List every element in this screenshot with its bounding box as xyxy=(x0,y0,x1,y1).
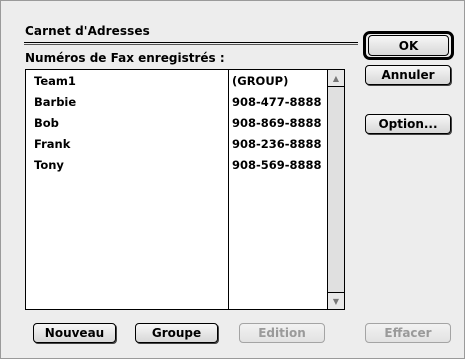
entry-name: Frank xyxy=(34,137,71,151)
entry-name: Barbie xyxy=(34,95,77,109)
list-item[interactable]: Team1 (GROUP) xyxy=(26,73,328,94)
list-rows: Team1 (GROUP) Barbie 908-477-8888 Bob 90… xyxy=(26,73,328,178)
cancel-button[interactable]: Annuler xyxy=(365,65,451,85)
list-item[interactable]: Tony 908-569-8888 xyxy=(26,157,328,178)
title-divider xyxy=(24,42,358,43)
fax-list-label: Numéros de Fax enregistrés : xyxy=(25,51,225,65)
scroll-down-arrow-icon[interactable]: ▼ xyxy=(328,292,344,309)
fax-number-list[interactable]: Team1 (GROUP) Barbie 908-477-8888 Bob 90… xyxy=(25,69,345,310)
scroll-up-arrow-icon[interactable]: ▲ xyxy=(328,70,344,87)
entry-fax: 908-477-8888 xyxy=(232,95,322,109)
list-item[interactable]: Barbie 908-477-8888 xyxy=(26,94,328,115)
ok-button[interactable]: OK xyxy=(368,35,449,56)
list-item[interactable]: Frank 908-236-8888 xyxy=(26,136,328,157)
entry-fax: 908-869-8888 xyxy=(232,116,322,130)
option-button[interactable]: Option... xyxy=(365,114,451,134)
vertical-scrollbar[interactable]: ▲ ▼ xyxy=(327,70,344,309)
entry-name: Tony xyxy=(34,158,64,172)
dialog-title: Carnet d'Adresses xyxy=(25,24,150,38)
address-book-dialog: Carnet d'Adresses Numéros de Fax enregis… xyxy=(0,0,465,359)
entry-fax: (GROUP) xyxy=(232,74,289,88)
entry-name: Team1 xyxy=(34,74,76,88)
group-button[interactable]: Groupe xyxy=(135,323,218,343)
entry-name: Bob xyxy=(34,116,59,130)
entry-fax: 908-569-8888 xyxy=(232,158,322,172)
list-item[interactable]: Bob 908-869-8888 xyxy=(26,115,328,136)
title-divider-shadow xyxy=(24,44,358,45)
new-entry-button[interactable]: Nouveau xyxy=(33,323,116,343)
delete-button[interactable]: Effacer xyxy=(365,323,451,343)
edit-button[interactable]: Edition xyxy=(239,323,325,343)
entry-fax: 908-236-8888 xyxy=(232,137,322,151)
